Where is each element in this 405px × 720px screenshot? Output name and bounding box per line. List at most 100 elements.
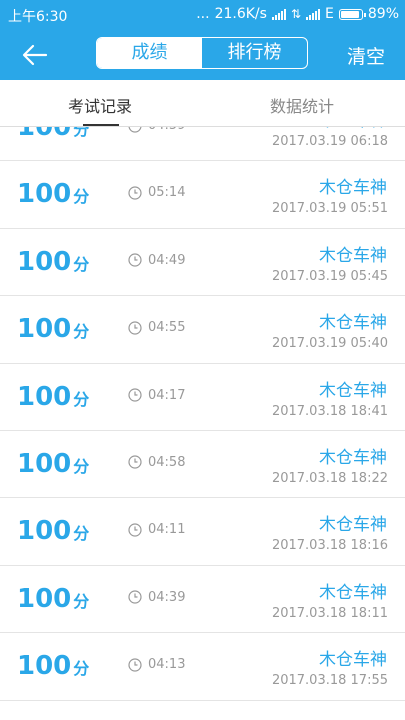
segment-control: 成绩 排行榜 — [96, 37, 308, 69]
signal-icon-2 — [306, 8, 321, 20]
network-type: E — [325, 6, 334, 22]
duration-text: 04:59 — [148, 127, 185, 133]
record-duration: 05:14 — [128, 185, 185, 200]
score-unit: 分 — [73, 659, 90, 679]
status-dots: ... — [196, 6, 210, 22]
record-duration: 04:17 — [128, 388, 185, 403]
record-date: 2017.03.19 05:40 — [271, 336, 388, 352]
clock-icon — [128, 590, 142, 604]
record-duration: 04:59 — [128, 127, 185, 133]
battery-icon — [338, 8, 366, 20]
record-user-name: 木仓车神 — [319, 515, 387, 536]
record-user-name: 木仓车神 — [319, 178, 387, 199]
record-user-name: 木仓车神 — [319, 447, 387, 468]
record-duration: 04:11 — [128, 522, 185, 537]
record-date: 2017.03.18 18:41 — [271, 403, 388, 419]
score-value: 100 — [17, 583, 72, 614]
tab-data-stats[interactable]: 数据统计 — [270, 93, 334, 117]
clock-icon — [128, 321, 142, 335]
score-unit: 分 — [73, 456, 90, 476]
score-value: 100 — [17, 381, 72, 412]
clock-icon — [128, 253, 142, 267]
record-duration: 04:39 — [128, 590, 185, 605]
score-value: 100 — [17, 246, 72, 277]
record-date: 2017.03.19 05:45 — [271, 268, 388, 284]
toolbar: 成绩 排行榜 清空 — [0, 30, 405, 80]
duration-text: 04:55 — [148, 320, 186, 336]
record-score: 100 分 — [17, 247, 89, 277]
record-user-name: 木仓车神 — [319, 313, 387, 334]
record-score: 100 分 — [17, 127, 89, 142]
status-time: 上午6:30 — [8, 9, 68, 25]
record-row[interactable]: 100分 04:59 木仓车神 2017.03.19 06:18 — [0, 127, 405, 162]
records-list[interactable]: 100分 04:59 木仓车神 2017.03.19 06:18 100分 05… — [0, 127, 405, 720]
record-score: 100 分 — [17, 584, 89, 614]
record-duration: 04:55 — [128, 320, 185, 335]
record-user-name: 木仓车神 — [319, 380, 387, 401]
record-row[interactable]: 100 分 04:17 木仓车神 2017.03.18 18:41 — [0, 363, 405, 431]
record-user-name: 木仓车神 — [319, 650, 387, 671]
score-value: 100 — [17, 127, 72, 142]
score-value: 100 — [17, 516, 72, 547]
clock-icon — [128, 127, 142, 133]
duration-text: 04:11 — [148, 522, 186, 538]
record-date: 2017.03.18 18:11 — [271, 605, 388, 621]
record-duration: 04:49 — [128, 253, 185, 268]
duration-text: 04:17 — [148, 387, 186, 403]
record-date: 2017.03.19 06:18 — [271, 134, 388, 149]
duration-text: 04:58 — [148, 454, 186, 470]
score-unit: 分 — [73, 591, 90, 611]
record-date: 2017.03.19 05:51 — [271, 201, 388, 217]
tab-indicator — [83, 124, 119, 126]
record-row[interactable]: 100 分 04:49 木仓车神 2017.03.19 05:45 — [0, 228, 405, 297]
clock-icon — [128, 523, 142, 537]
record-score: 100 分 — [17, 516, 89, 546]
battery-percent: 89% — [367, 6, 399, 22]
record-row[interactable]: 100 分 05:14 木仓车神 2017.03.19 05:51 — [0, 161, 405, 229]
score-unit: 分 — [73, 389, 90, 409]
score-unit: 分 — [73, 187, 90, 207]
record-score: 100 分 — [17, 179, 89, 209]
record-row[interactable]: 100 分 04:58 木仓车神 2017.03.18 18:22 — [0, 430, 405, 499]
score-value: 100 — [17, 651, 72, 682]
record-user-name: 木仓车神 — [319, 245, 387, 266]
record-duration: 04:13 — [128, 657, 185, 672]
segment-scores[interactable]: 成绩 — [97, 38, 202, 68]
record-row[interactable]: 100 分 04:39 木仓车神 2017.03.18 18:11 — [0, 565, 405, 634]
clear-button[interactable]: 清空 — [347, 42, 385, 69]
score-unit: 分 — [73, 322, 90, 342]
segment-ranking[interactable]: 排行榜 — [202, 38, 307, 68]
record-score: 100 分 — [17, 651, 89, 681]
record-row[interactable]: 100 分 04:13 木仓车神 2017.03.18 17:55 — [0, 633, 405, 701]
score-unit: 分 — [73, 524, 90, 544]
record-user-name: 木仓车神 — [319, 582, 387, 603]
record-row[interactable]: 100 分 04:11 木仓车神 2017.03.18 18:16 — [0, 498, 405, 566]
record-date: 2017.03.18 18:22 — [271, 470, 388, 486]
record-row[interactable]: 100 分 04:55 木仓车神 2017.03.19 05:40 — [0, 296, 405, 364]
duration-text: 04:13 — [148, 657, 186, 673]
record-score: 100 分 — [17, 382, 89, 412]
record-user-name: 木仓车神 — [319, 127, 387, 131]
clock-icon — [128, 388, 142, 402]
duration-text: 04:49 — [148, 252, 186, 268]
record-score: 100 分 — [17, 449, 89, 479]
status-bar: 上午6:30 ... 21.6K/s ⇅ E 89% — [0, 0, 405, 30]
status-right: ... 21.6K/s ⇅ E 89% — [196, 6, 399, 22]
clock-icon — [128, 658, 142, 672]
score-value: 100 — [17, 314, 72, 345]
clock-icon — [128, 455, 142, 470]
signal-icon — [271, 8, 286, 20]
clock-icon — [128, 186, 142, 200]
records-rows: 100分 04:59 木仓车神 2017.03.19 06:18 100分 05… — [0, 127, 405, 701]
score-unit: 分 — [73, 127, 90, 139]
score-unit: 分 — [73, 254, 90, 274]
record-score: 100 分 — [17, 314, 89, 344]
score-value: 100 — [17, 448, 72, 479]
tab-exam-records[interactable]: 考试记录 — [68, 93, 132, 117]
duration-text: 05:14 — [148, 185, 186, 201]
record-duration: 04:58 — [128, 455, 185, 470]
score-value: 100 — [17, 179, 72, 210]
arrow-left-icon[interactable] — [20, 40, 50, 70]
record-date: 2017.03.18 18:16 — [271, 538, 388, 554]
tab-bar: 考试记录 数据统计 — [0, 80, 405, 127]
